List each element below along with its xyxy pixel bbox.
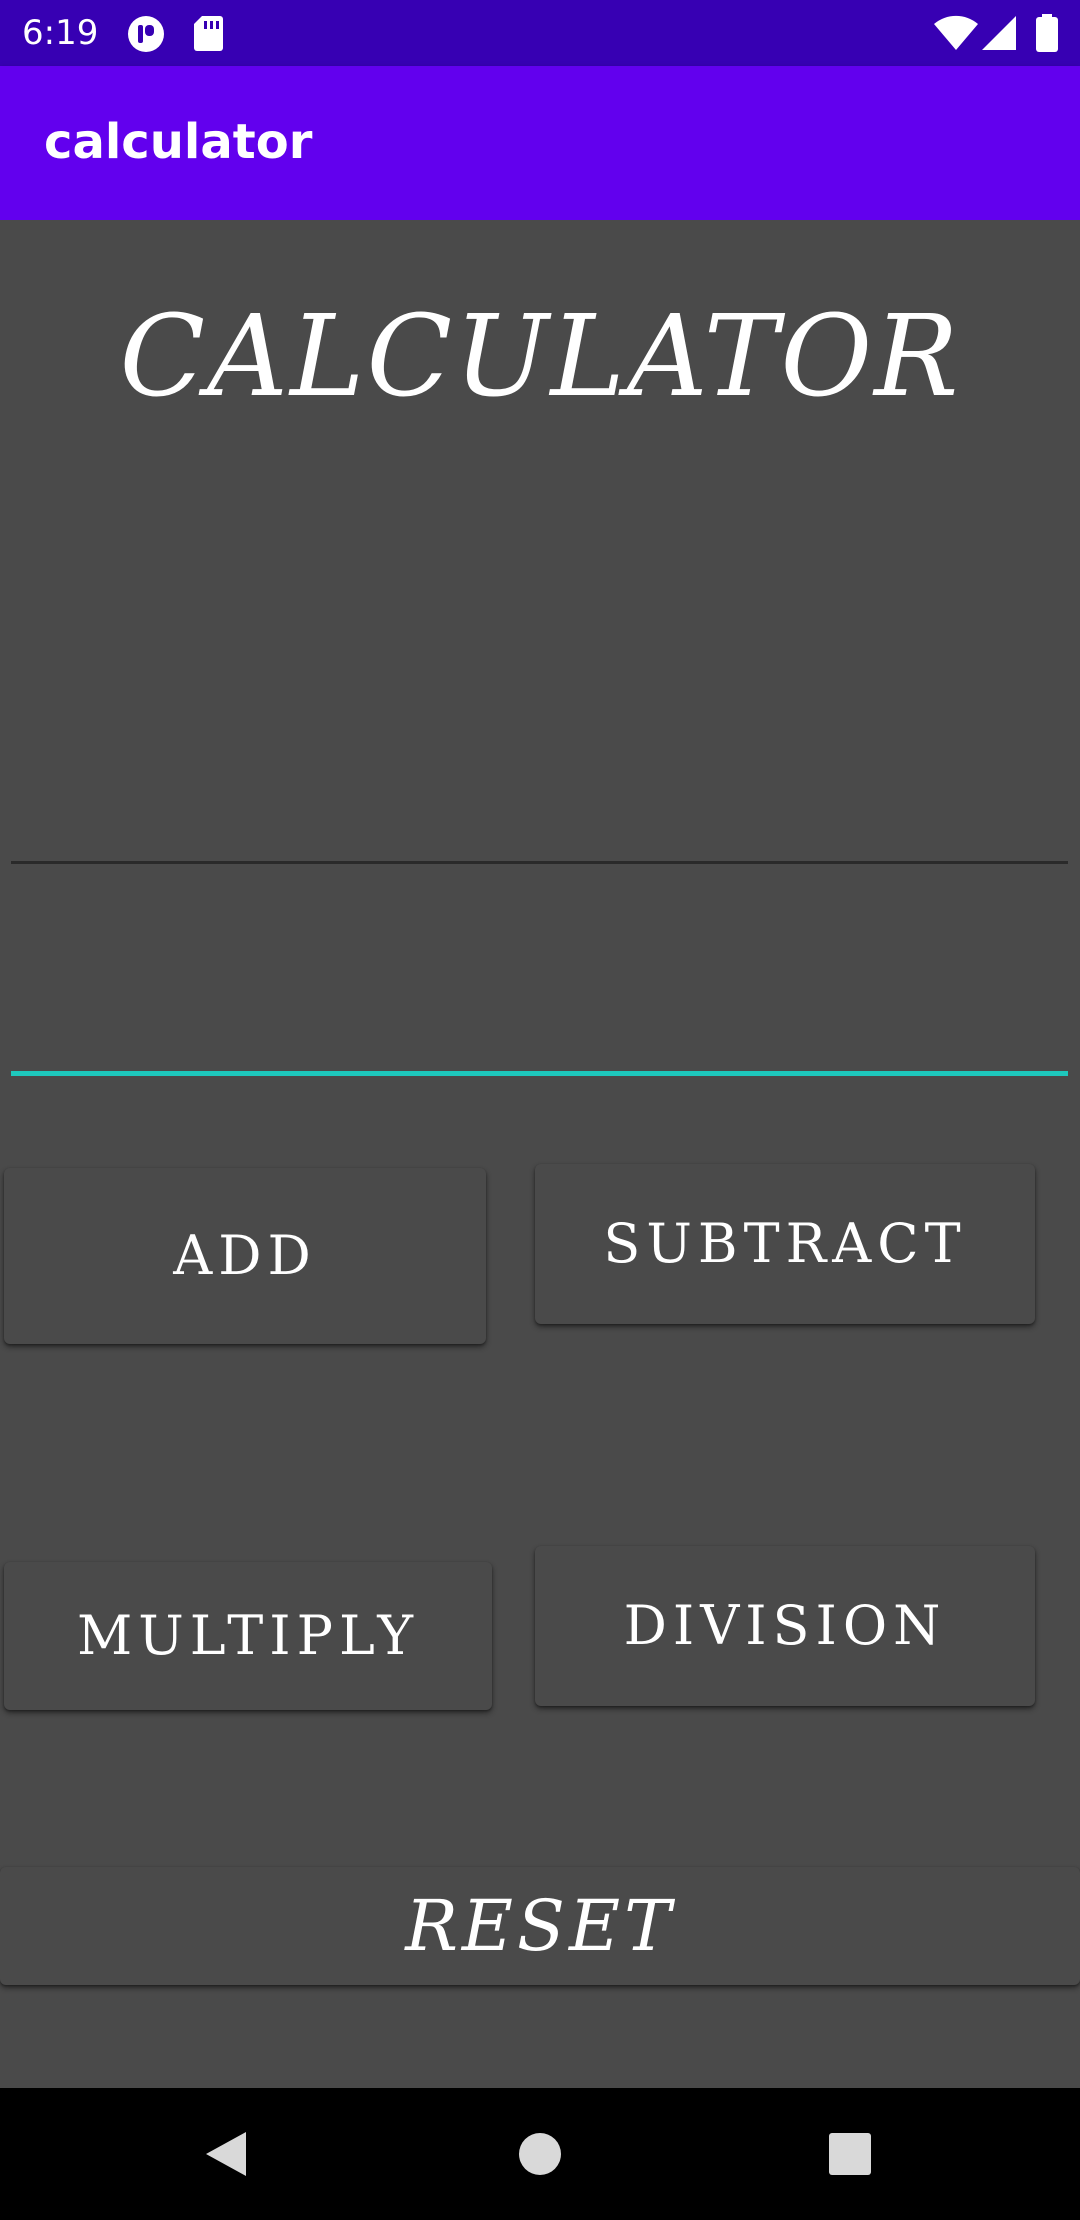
app-bar: calculator	[0, 66, 1080, 220]
home-icon[interactable]	[516, 2130, 564, 2178]
second-number-input[interactable]	[11, 956, 1068, 1076]
wifi-icon	[934, 15, 978, 51]
app-title: calculator	[44, 114, 313, 170]
navigation-bar	[0, 2088, 1080, 2220]
recents-icon[interactable]	[826, 2130, 874, 2178]
first-number-input[interactable]	[11, 744, 1068, 864]
status-bar: 6:19	[0, 0, 1080, 66]
reset-button[interactable]: RESET	[0, 1867, 1080, 1985]
notification-app-icon	[128, 16, 164, 52]
subtract-button[interactable]: SUBTRACT	[535, 1164, 1035, 1324]
calculator-heading: CALCULATOR	[119, 292, 961, 422]
division-button[interactable]: DIVISION	[535, 1546, 1035, 1706]
sd-card-icon	[194, 16, 223, 51]
multiply-button[interactable]: MULTIPLY	[4, 1562, 492, 1710]
status-time: 6:19	[22, 13, 99, 53]
battery-icon	[1036, 14, 1058, 52]
back-icon[interactable]	[202, 2130, 250, 2178]
cell-signal-icon	[982, 16, 1016, 50]
calculator-content: CALCULATOR ADD SUBTRACT MULTIPLY DIVISIO…	[0, 220, 1080, 2088]
add-button[interactable]: ADD	[4, 1168, 486, 1344]
